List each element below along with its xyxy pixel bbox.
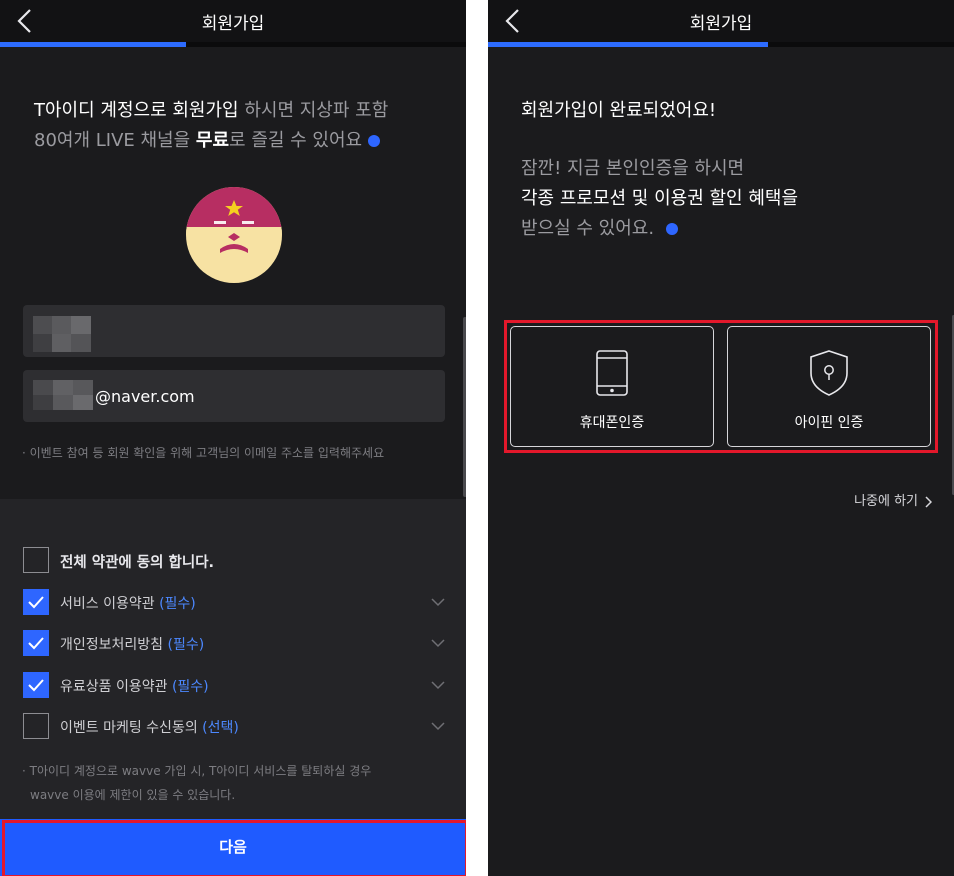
term-name: 개인정보처리방침 xyxy=(60,637,164,653)
signup-complete-screen: 회원가입 회원가입이 완료되었어요! 잠깐! 지금 본인인증을 하시면 각종 프… xyxy=(488,0,954,876)
chevron-right-icon xyxy=(925,495,933,508)
term-label-service: 서비스 이용약관 (필수) xyxy=(60,593,196,613)
phone-verify-label: 휴대폰인증 xyxy=(579,415,645,431)
next-button[interactable]: 다음 xyxy=(0,819,466,876)
intro-text-part5: 로 즐길 수 있어요 xyxy=(229,130,363,151)
intro-text-part3: 80여개 LIVE 채널을 xyxy=(34,130,196,151)
term-label-privacy: 개인정보처리방침 (필수) xyxy=(60,634,204,654)
intro-text: T아이디 계정으로 회원가입 하시면 지상파 포함 80여개 LIVE 채널을 … xyxy=(34,96,444,156)
step-progress xyxy=(0,42,466,47)
term-required-tag: (필수) xyxy=(171,679,209,695)
intro-emphasis: T아이디 계정으로 회원가입 xyxy=(34,100,239,121)
term-label-paid: 유료상품 이용약관 (필수) xyxy=(60,676,209,696)
phone-verify-button[interactable]: 휴대폰인증 xyxy=(510,326,714,447)
terms-notice-line2: wavve 이용에 제한이 있을 수 있습니다. xyxy=(30,788,236,802)
header: 회원가입 xyxy=(488,0,954,42)
step-progress-fill xyxy=(0,42,187,47)
accent-dot xyxy=(666,223,679,235)
agree-all-label: 전체 약관에 동의 합니다. xyxy=(60,555,215,571)
agree-all[interactable]: 전체 약관에 동의 합니다. xyxy=(23,547,445,575)
promo-line3: 받으실 수 있어요. xyxy=(521,218,655,239)
terms-section: 전체 약관에 동의 합니다. 서비스 이용약관 (필수) 개인정보처리방침 (필… xyxy=(0,499,466,819)
chevron-down-icon[interactable] xyxy=(431,721,445,731)
chevron-down-icon[interactable] xyxy=(431,638,445,648)
shield-keyhole-icon xyxy=(810,350,848,396)
term-checkbox-marketing[interactable] xyxy=(23,713,49,739)
page-title: 회원가입 xyxy=(689,14,753,34)
term-required-tag: (필수) xyxy=(159,596,196,612)
term-checkbox-privacy[interactable] xyxy=(23,630,49,656)
agree-all-checkbox[interactable] xyxy=(23,547,49,573)
intro-free: 무료 xyxy=(195,130,230,151)
email-field[interactable]: @naver.com xyxy=(23,370,445,422)
chevron-down-icon[interactable] xyxy=(431,597,445,607)
term-checkbox-service[interactable] xyxy=(23,589,49,615)
step-progress-fill xyxy=(488,42,768,47)
smartphone-icon xyxy=(596,350,628,396)
profile-avatar[interactable] xyxy=(186,187,282,283)
intro-text-part2: 하시면 지상파 포함 xyxy=(238,100,389,121)
ipin-verify-label: 아이핀 인증 xyxy=(794,415,864,431)
term-row-marketing[interactable]: 이벤트 마케팅 수신동의 (선택) xyxy=(23,713,445,741)
later-link[interactable]: 나중에 하기 xyxy=(854,490,933,509)
email-hint: · 이벤트 참여 등 회원 확인을 위해 고객님의 이메일 주소를 입력해주세요 xyxy=(22,446,385,460)
blurred-email-id xyxy=(33,380,93,414)
term-row-privacy[interactable]: 개인정보처리방침 (필수) xyxy=(23,630,445,658)
accent-dot xyxy=(368,135,381,147)
term-name: 유료상품 이용약관 xyxy=(60,679,168,695)
signup-screen: 회원가입 T아이디 계정으로 회원가입 하시면 지상파 포함 80여개 LIVE… xyxy=(0,0,466,876)
check-icon xyxy=(28,679,44,692)
check-icon xyxy=(28,596,44,609)
promo-line1: 잠깐! 지금 본인인증을 하시면 xyxy=(521,158,745,179)
scrollbar[interactable] xyxy=(463,317,466,497)
promo-text: 잠깐! 지금 본인인증을 하시면 각종 프로모션 및 이용권 할인 혜택을 받으… xyxy=(521,154,798,244)
page-title: 회원가입 xyxy=(201,14,265,34)
chevron-down-icon[interactable] xyxy=(431,680,445,690)
term-optional-tag: (선택) xyxy=(202,720,239,736)
promo-line2: 각종 프로모션 및 이용권 할인 혜택을 xyxy=(521,188,799,209)
term-checkbox-paid[interactable] xyxy=(23,672,49,698)
term-label-marketing: 이벤트 마케팅 수신동의 (선택) xyxy=(60,717,239,737)
check-icon xyxy=(28,637,44,650)
step-progress xyxy=(488,42,954,47)
blurred-nickname xyxy=(33,316,91,356)
term-row-service[interactable]: 서비스 이용약관 (필수) xyxy=(23,589,445,617)
complete-message: 회원가입이 완료되었어요! xyxy=(521,100,717,121)
header: 회원가입 xyxy=(0,0,466,42)
terms-notice-line1: · T아이디 계정으로 wavve 가입 시, T아이디 서비스를 탈퇴하실 경… xyxy=(22,764,372,778)
term-required-tag: (필수) xyxy=(167,637,205,653)
nickname-field[interactable] xyxy=(23,305,445,357)
ipin-verify-button[interactable]: 아이핀 인증 xyxy=(727,326,931,447)
term-name: 이벤트 마케팅 수신동의 xyxy=(60,720,198,736)
term-name: 서비스 이용약관 xyxy=(60,596,155,612)
term-row-paid[interactable]: 유료상품 이용약관 (필수) xyxy=(23,672,445,700)
later-label: 나중에 하기 xyxy=(854,494,918,509)
email-domain: @naver.com xyxy=(95,387,195,406)
